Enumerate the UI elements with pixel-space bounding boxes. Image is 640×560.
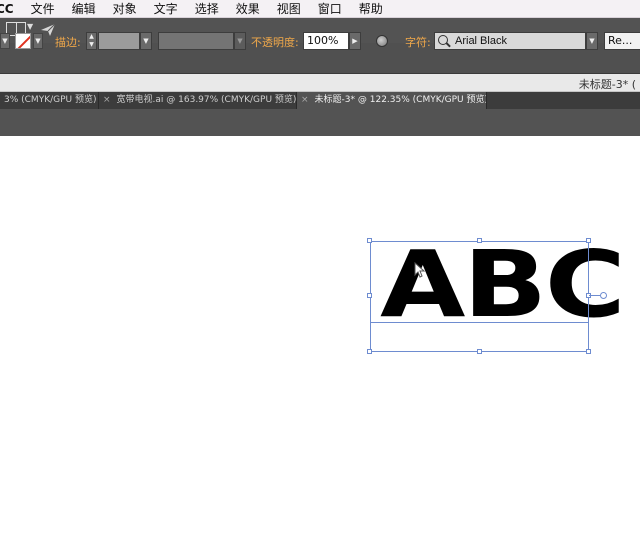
ruler-band [0, 109, 640, 136]
text-baseline [370, 322, 589, 323]
stroke-label: 描边: [55, 36, 81, 49]
type-out-port-line [589, 295, 600, 296]
variable-width-field[interactable] [158, 32, 234, 50]
handle-middle-left[interactable] [367, 293, 372, 298]
menu-app[interactable]: CC [0, 0, 14, 18]
menu-view[interactable]: 视图 [277, 0, 301, 18]
stroke-weight-stepper[interactable]: ▲ ▼ [86, 32, 97, 50]
tab-label: 宽带电视.ai @ 163.97% (CMYK/GPU 预览) [116, 95, 297, 105]
opacity-label: 不透明度: [251, 36, 299, 49]
opacity-arrow-button[interactable]: ▶ [349, 32, 361, 50]
font-style-input[interactable]: Re... [604, 32, 640, 50]
menu-file[interactable]: 文件 [31, 0, 55, 18]
opacity-input[interactable]: 100% [303, 32, 349, 50]
arrow-cursor-icon [414, 262, 426, 278]
tab-document-active[interactable]: × 未标题-3* @ 122.35% (CMYK/GPU 预览) [297, 92, 487, 109]
menu-help[interactable]: 帮助 [359, 0, 383, 18]
font-family-dropdown[interactable]: ▼ [586, 32, 598, 50]
menu-select[interactable]: 选择 [195, 0, 219, 18]
selection-bounding-box [370, 241, 589, 352]
stroke-color-swatch[interactable] [15, 33, 31, 49]
chevron-down-icon[interactable]: ▼ [27, 22, 33, 31]
stroke-weight-dropdown[interactable]: ▼ [140, 32, 152, 50]
menu-edit[interactable]: 编辑 [72, 0, 96, 18]
handle-top-right[interactable] [586, 238, 591, 243]
handle-bottom-left[interactable] [367, 349, 372, 354]
tab-label: 3% (CMYK/GPU 预览) [4, 95, 97, 105]
handle-top-left[interactable] [367, 238, 372, 243]
close-icon[interactable]: × [103, 95, 111, 105]
tab-label: 未标题-3* @ 122.35% (CMYK/GPU 预览) [314, 95, 487, 105]
menu-type[interactable]: 文字 [154, 0, 178, 18]
variable-width-dropdown[interactable]: ▼ [234, 32, 246, 50]
document-title-bar: 未标题-3* ( [0, 74, 640, 92]
menu-object[interactable]: 对象 [113, 0, 137, 18]
font-family-input[interactable]: Arial Black [434, 32, 586, 50]
handle-top-center[interactable] [477, 238, 482, 243]
document-tab-bar: 3% (CMYK/GPU 预览) × 宽带电视.ai @ 163.97% (CMY… [0, 92, 640, 109]
recolor-globe-icon[interactable] [376, 35, 388, 47]
document-title: 未标题-3* ( [578, 78, 636, 91]
stroke-swatch-dropdown[interactable]: ▼ [33, 33, 43, 49]
close-icon[interactable]: × [301, 95, 309, 105]
fill-dropdown-button[interactable]: ▼ [0, 33, 10, 49]
tab-document-1[interactable]: 3% (CMYK/GPU 预览) [0, 92, 99, 109]
menu-bar: CC 文件 编辑 对象 文字 选择 效果 视图 窗口 帮助 [0, 0, 640, 18]
font-label: 字符: [405, 36, 431, 49]
type-out-port[interactable] [600, 292, 607, 299]
stroke-weight-field[interactable] [98, 32, 140, 50]
handle-bottom-center[interactable] [477, 349, 482, 354]
menu-window[interactable]: 窗口 [318, 0, 342, 18]
search-icon [438, 35, 448, 45]
tab-document-2[interactable]: × 宽带电视.ai @ 163.97% (CMYK/GPU 预览) [99, 92, 297, 109]
menu-effect[interactable]: 效果 [236, 0, 260, 18]
handle-bottom-right[interactable] [586, 349, 591, 354]
